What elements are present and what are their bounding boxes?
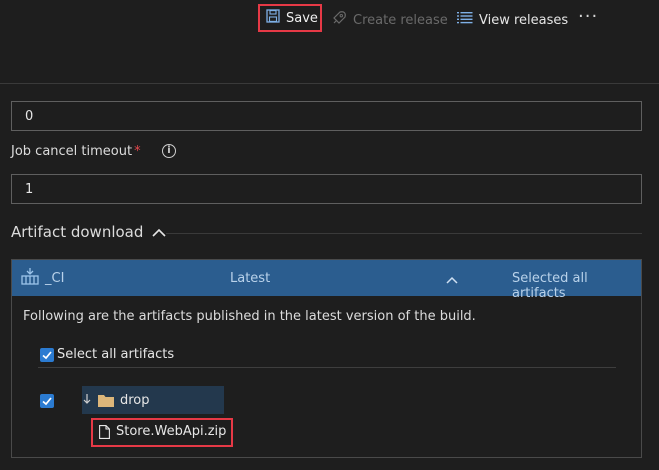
more-actions-button[interactable]: ··· (578, 6, 598, 27)
job-cancel-timeout-input[interactable]: 1 (11, 174, 642, 204)
header-divider (0, 83, 659, 84)
checkbox-icon (42, 351, 52, 360)
rocket-icon (331, 10, 347, 30)
job-cancel-timeout-label: Job cancel timeout * (11, 144, 141, 159)
chevron-up-icon (152, 224, 166, 242)
tree-item-file[interactable]: Store.WebApi.zip (91, 418, 233, 447)
select-all-label[interactable]: Select all artifacts (57, 347, 174, 362)
selection-status: Selected all artifacts (512, 271, 588, 301)
file-icon (99, 425, 110, 443)
artifact-source-header[interactable]: _CI Latest Selected all artifacts (12, 260, 641, 301)
save-button[interactable]: Save (258, 4, 322, 32)
create-release-label: Create release (353, 12, 448, 28)
drop-checkbox[interactable] (40, 394, 54, 408)
info-icon[interactable]: i (162, 144, 176, 158)
chevron-up-icon (446, 273, 458, 288)
section-title: Artifact download (11, 223, 144, 241)
artifact-description: Following are the artifacts published in… (23, 309, 476, 324)
build-icon (20, 267, 40, 291)
folder-icon (98, 394, 114, 411)
select-all-checkbox[interactable] (40, 348, 54, 362)
artifact-version: Latest (230, 271, 271, 286)
required-marker: * (134, 144, 141, 159)
tree-item-drop[interactable]: drop (82, 386, 224, 414)
file-label: Store.WebApi.zip (116, 424, 227, 439)
list-divider (38, 367, 616, 368)
artifact-source-name: _CI (45, 271, 65, 286)
arrow-down-icon[interactable] (82, 393, 92, 409)
save-label: Save (286, 10, 318, 26)
view-releases-button[interactable]: View releases (457, 8, 568, 32)
artifact-download-toggle[interactable]: Artifact download (11, 223, 166, 242)
view-releases-label: View releases (479, 12, 569, 28)
save-icon (266, 9, 280, 27)
drop-folder-label: drop (120, 393, 150, 408)
checkbox-icon (42, 397, 52, 406)
first-number-input[interactable]: 0 (11, 101, 642, 131)
toolbar: Save Create release View releases ··· (0, 0, 659, 40)
list-icon (457, 11, 473, 29)
section-divider (166, 233, 642, 234)
create-release-button[interactable]: Create release (331, 8, 448, 32)
